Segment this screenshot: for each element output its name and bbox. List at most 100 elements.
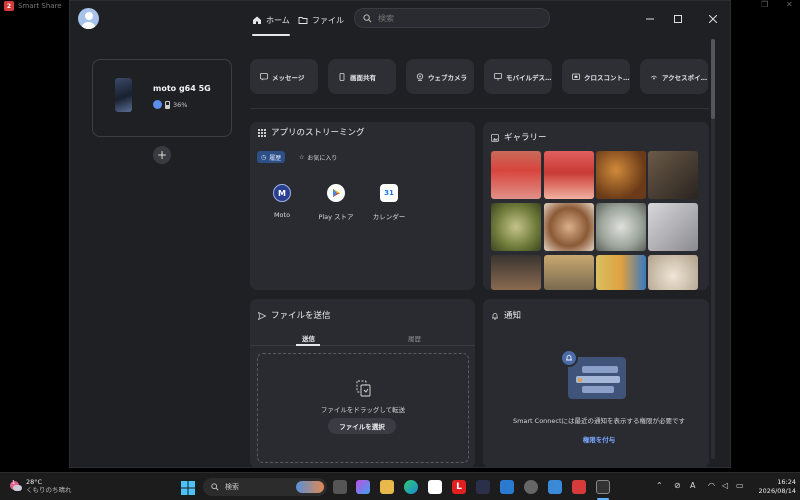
gallery-thumbnail[interactable] [596, 151, 646, 199]
quick-action-mobile-desktop[interactable]: モバイルデス… [484, 59, 552, 94]
close-icon [709, 15, 717, 23]
gallery-thumbnail[interactable] [648, 203, 698, 251]
tabs-underline [250, 345, 475, 346]
weather-widget[interactable]: 1 28°C くもりのち晴れ [8, 478, 72, 494]
app-label: Moto [273, 211, 291, 219]
ms-store-icon[interactable] [428, 480, 442, 494]
edge-browser-icon[interactable] [404, 480, 418, 494]
monitor-icon [494, 72, 502, 80]
l-app-icon[interactable]: L [452, 480, 466, 494]
clock-date: 2026/08/14 [758, 487, 796, 495]
gallery-thumbnail[interactable] [544, 255, 594, 290]
battery-level: 36% [173, 100, 188, 109]
maximize-button[interactable] [670, 11, 686, 27]
search-icon [211, 483, 219, 491]
bell-badge-icon [566, 355, 572, 361]
minimize-button[interactable] [642, 11, 658, 27]
settings-gear-icon[interactable] [524, 480, 538, 494]
smart-share-taskbar-icon[interactable] [572, 480, 586, 494]
app-icon[interactable] [500, 480, 514, 494]
task-view-icon[interactable] [333, 480, 347, 494]
scrollbar-thumb[interactable] [711, 39, 715, 119]
gallery-thumbnail[interactable] [648, 255, 698, 290]
pen-icon[interactable]: A [690, 481, 695, 490]
copilot-icon[interactable] [356, 480, 370, 494]
quick-action-hotspot[interactable]: アクセスポイ… [640, 59, 708, 94]
close-button[interactable] [705, 11, 721, 27]
windows-start-button[interactable] [181, 480, 195, 495]
bell-icon [492, 313, 498, 320]
notifications-permission-message: Smart Connectには最近の通知を表示する権限が必要です [512, 417, 686, 425]
smart-connect-window: ホーム ファイル moto g64 5G 36% + [69, 0, 731, 468]
app-calendar[interactable]: 31 カレンダー [364, 184, 414, 221]
history-icon: ◷ [261, 153, 267, 161]
windows-taskbar: 1 28°C くもりのち晴れ 検索 L ⌃ ⊘ A ◠ ◁ ▭ 16:24 20… [0, 472, 800, 500]
cross-control-icon [572, 73, 580, 80]
send-icon [258, 312, 266, 320]
drop-instruction: ファイルをドラッグして転送 [320, 406, 406, 414]
chip-favorites-label: お気に入り [307, 154, 338, 162]
clock-time: 16:24 [777, 478, 796, 486]
app-icon[interactable] [476, 480, 490, 494]
chip-history-label: 履歴 [269, 154, 282, 162]
plus-icon: + [156, 148, 168, 162]
taskbar-search[interactable]: 検索 [203, 478, 327, 496]
gallery-thumbnail[interactable] [491, 255, 541, 290]
app-label: カレンダー [372, 213, 406, 221]
gallery-thumbnail[interactable] [596, 255, 646, 290]
chip-history[interactable]: ◷ 履歴 [257, 151, 286, 163]
background-restore-icon[interactable]: ❐ [761, 0, 768, 9]
star-icon: ☆ [299, 153, 305, 161]
quick-action-webcam[interactable]: ウェブカメラ [406, 59, 474, 94]
gallery-thumbnail[interactable] [544, 151, 594, 199]
wifi-icon[interactable]: ◠ [708, 481, 715, 490]
image-icon [491, 134, 499, 142]
photos-icon[interactable] [548, 480, 562, 494]
search-box[interactable] [354, 8, 550, 28]
add-device-button[interactable]: + [153, 146, 171, 164]
chevron-up-icon[interactable]: ⌃ [656, 481, 663, 490]
battery-tray-icon[interactable]: ▭ [736, 481, 744, 490]
gallery-thumbnail[interactable] [491, 151, 541, 199]
notifications-illustration [560, 349, 626, 399]
gallery-thumbnail[interactable] [491, 203, 541, 251]
app-label: Play ストア [318, 213, 354, 221]
select-file-button[interactable]: ファイルを選択 [328, 418, 396, 434]
active-tab-indicator [296, 344, 320, 346]
quick-action-label: 画面共有 [350, 73, 376, 82]
calendar-icon: 31 [380, 184, 398, 202]
tab-send[interactable]: 送信 [302, 333, 315, 343]
gallery-thumbnail[interactable] [544, 203, 594, 251]
quick-action-message[interactable]: メッセージ [250, 59, 318, 94]
quick-action-screen-share[interactable]: 画面共有 [328, 59, 396, 94]
search-icon [363, 13, 372, 22]
file-drop-zone[interactable]: ファイルをドラッグして転送 [257, 353, 469, 463]
app-moto[interactable]: M Moto [257, 184, 307, 219]
mic-off-icon[interactable]: ⊘ [674, 481, 681, 490]
user-avatar[interactable] [78, 8, 99, 29]
smart-share-app-icon: 2 [4, 1, 14, 11]
device-card[interactable]: moto g64 5G 36% [92, 59, 232, 137]
app-streaming-title: アプリのストリーミング [258, 127, 368, 139]
weather-text: 28°C くもりのち晴れ [26, 478, 72, 494]
tab-home[interactable]: ホーム [252, 10, 290, 36]
search-input[interactable] [378, 13, 538, 23]
chip-favorites[interactable]: ☆ お気に入り [295, 151, 341, 163]
file-explorer-icon[interactable] [380, 480, 394, 494]
gallery-thumbnail[interactable] [596, 203, 646, 251]
app-play-store[interactable]: Play ストア [311, 184, 361, 221]
taskbar-search-label: 検索 [225, 483, 239, 491]
tab-files-label: ファイル [312, 15, 344, 25]
taskbar-clock[interactable]: 16:24 2026/08/14 [752, 478, 796, 496]
tab-history[interactable]: 履歴 [408, 333, 421, 343]
smart-connect-taskbar-icon[interactable] [596, 480, 610, 494]
tab-files[interactable]: ファイル [298, 10, 344, 30]
play-store-icon [327, 184, 345, 202]
gallery-thumbnail[interactable] [648, 151, 698, 199]
windows-logo-icon [181, 481, 195, 495]
background-close-icon[interactable]: ✕ [786, 0, 793, 9]
grant-permission-link[interactable]: 権限を付与 [484, 434, 714, 444]
speaker-icon[interactable]: ◁ [722, 481, 728, 490]
search-highlight-image [296, 481, 324, 493]
quick-action-cross-control[interactable]: クロスコント… [562, 59, 630, 94]
